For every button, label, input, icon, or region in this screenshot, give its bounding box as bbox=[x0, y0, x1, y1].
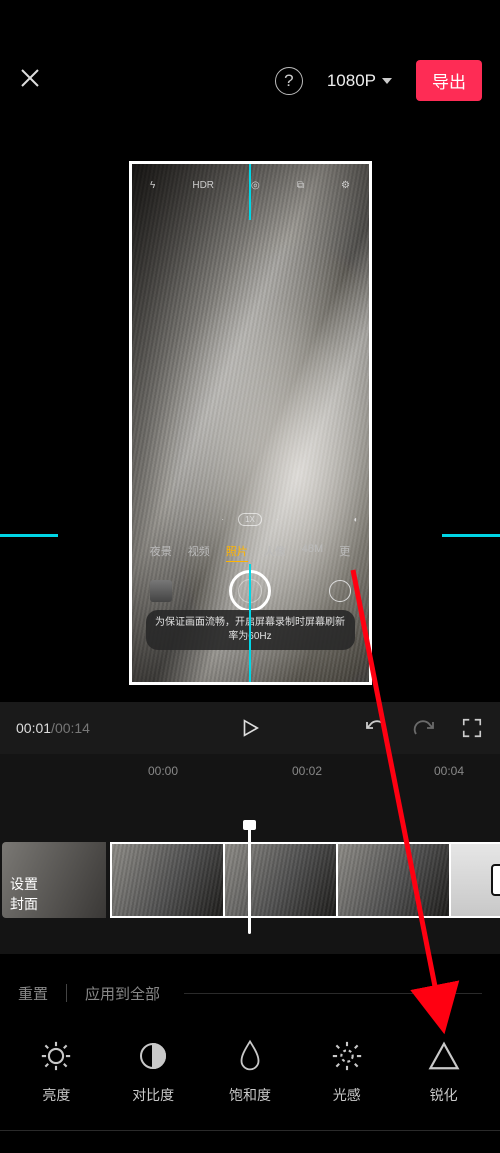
divider bbox=[66, 984, 67, 1002]
focus-frame-icon: ◎ bbox=[251, 180, 260, 191]
flash-off-icon: ϟ bbox=[150, 180, 155, 191]
camera-mode-active: 照片 bbox=[226, 543, 248, 562]
fullscreen-button[interactable] bbox=[460, 716, 484, 740]
timeline[interactable]: 00:00 00:02 00:04 设置 封面 + bbox=[0, 754, 500, 954]
sun-dotted-icon bbox=[328, 1037, 366, 1075]
hdr-label: HDR bbox=[192, 180, 214, 191]
preview-frame[interactable]: ϟ HDR ◎ ⧉ ⚙ · 1X · ◐ 夜景 视频 照片 人像 48M 更 为… bbox=[129, 161, 372, 685]
adjust-contrast[interactable]: 对比度 bbox=[105, 1037, 202, 1109]
options-row: 重置 应用到全部 bbox=[0, 972, 500, 1014]
cover-label-line2: 封面 bbox=[10, 894, 98, 914]
export-button[interactable]: 导出 bbox=[416, 60, 482, 101]
cover-label-line1: 设置 bbox=[10, 874, 98, 894]
playback-bar: 00:01/00:14 bbox=[0, 702, 500, 754]
set-cover-button[interactable]: 设置 封面 bbox=[2, 842, 106, 918]
zoom-dot-left: · bbox=[221, 515, 224, 524]
close-button[interactable] bbox=[18, 66, 42, 95]
overlap-circles-icon: ⧉ bbox=[297, 180, 304, 191]
adjust-label: 饱和度 bbox=[229, 1085, 271, 1105]
camera-zoom-row: · 1X · ◐ bbox=[132, 513, 369, 526]
ruler-tick: 00:00 bbox=[148, 764, 178, 778]
adjust-brightness[interactable]: 亮度 bbox=[8, 1037, 105, 1109]
guide-line-bottom bbox=[249, 564, 251, 682]
guide-line-top bbox=[249, 164, 251, 220]
adjust-label: 亮度 bbox=[42, 1085, 70, 1105]
play-button[interactable] bbox=[238, 716, 262, 740]
adjust-label: 光感 bbox=[333, 1085, 361, 1105]
camera-mode: 人像 bbox=[264, 543, 286, 562]
sun-outline-icon bbox=[37, 1037, 75, 1075]
adjust-label: 对比度 bbox=[132, 1085, 174, 1105]
preview-area: ϟ HDR ◎ ⧉ ⚙ · 1X · ◐ 夜景 视频 照片 人像 48M 更 为… bbox=[0, 154, 500, 692]
guide-line-right bbox=[442, 534, 500, 537]
zoom-dot-right: · bbox=[276, 515, 279, 524]
plus-icon: + bbox=[491, 864, 500, 896]
timecode: 00:01/00:14 bbox=[16, 720, 90, 736]
add-clip-button[interactable]: + bbox=[451, 844, 500, 916]
camera-mode: 48M bbox=[302, 543, 323, 562]
camera-mode: 更 bbox=[339, 543, 350, 562]
half-circle-icon bbox=[134, 1037, 172, 1075]
guide-line-left bbox=[0, 534, 58, 537]
help-button[interactable]: ? bbox=[275, 67, 303, 95]
apply-all-button[interactable]: 应用到全部 bbox=[85, 983, 160, 1004]
clip-strip[interactable]: + bbox=[110, 842, 500, 918]
adjust-saturation[interactable]: 饱和度 bbox=[202, 1037, 299, 1109]
slider-track bbox=[184, 993, 482, 994]
ruler-tick: 00:04 bbox=[434, 764, 464, 778]
reset-button[interactable]: 重置 bbox=[18, 983, 48, 1004]
camera-mode-row: 夜景 视频 照片 人像 48M 更 bbox=[132, 543, 369, 562]
timeline-ruler: 00:00 00:02 00:04 bbox=[0, 754, 500, 772]
adjust-light-sense[interactable]: 光感 bbox=[298, 1037, 395, 1109]
switch-lens-icon: ◐ bbox=[354, 515, 359, 524]
ruler-tick: 00:02 bbox=[292, 764, 322, 778]
current-time: 00:01 bbox=[16, 720, 51, 736]
adjust-label: 锐化 bbox=[430, 1085, 458, 1105]
total-time: 00:14 bbox=[55, 720, 90, 736]
clip-thumbnail[interactable] bbox=[338, 844, 451, 916]
undo-button[interactable] bbox=[364, 716, 388, 740]
camera-flip-icon bbox=[329, 580, 351, 602]
adjustments-row: 亮度 对比度 饱和度 光感 锐化 bbox=[0, 1027, 500, 1119]
clip-thumbnail[interactable] bbox=[225, 844, 338, 916]
camera-mode: 视频 bbox=[188, 543, 210, 562]
gear-icon: ⚙ bbox=[341, 180, 350, 191]
resolution-label: 1080P bbox=[327, 71, 376, 91]
zoom-level: 1X bbox=[238, 513, 262, 526]
resolution-dropdown[interactable]: 1080P bbox=[317, 65, 402, 97]
gallery-thumbnail-icon bbox=[150, 580, 172, 602]
water-drop-icon bbox=[231, 1037, 269, 1075]
clip-thumbnail[interactable] bbox=[112, 844, 225, 916]
chevron-down-icon bbox=[382, 78, 392, 84]
redo-button[interactable] bbox=[412, 716, 436, 740]
camera-mode: 夜景 bbox=[150, 543, 172, 562]
bottom-divider bbox=[0, 1130, 500, 1131]
adjust-sharpen[interactable]: 锐化 bbox=[395, 1037, 492, 1109]
playhead[interactable] bbox=[248, 826, 251, 934]
top-bar: ? 1080P 导出 bbox=[0, 42, 500, 111]
triangle-icon bbox=[425, 1037, 463, 1075]
